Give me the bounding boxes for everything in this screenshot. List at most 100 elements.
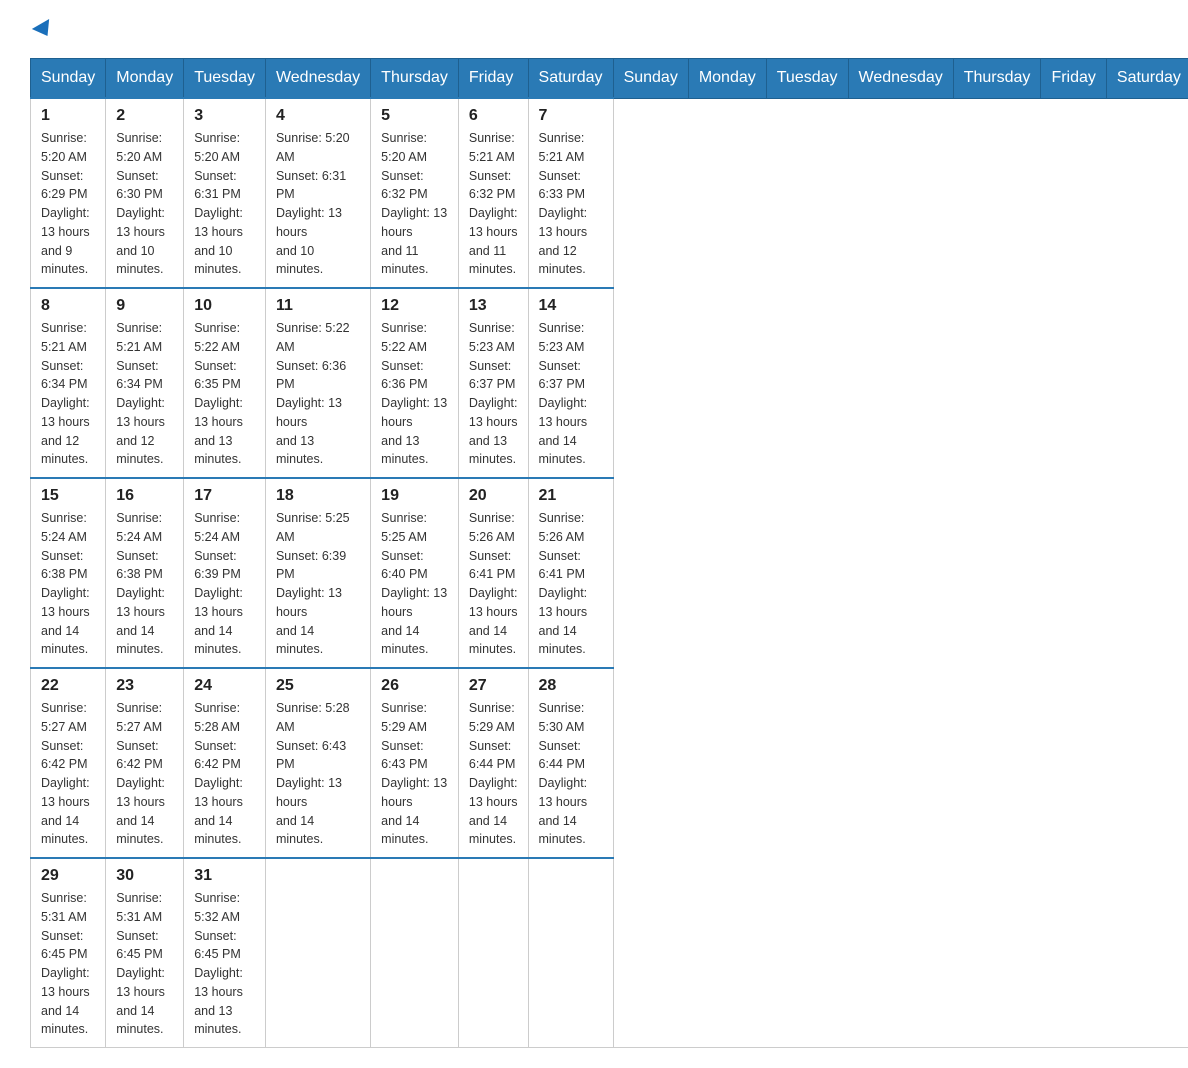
column-header-wednesday: Wednesday xyxy=(848,59,953,99)
header-wednesday: Wednesday xyxy=(265,59,370,99)
week-row-2: 8Sunrise: 5:21 AMSunset: 6:34 PMDaylight… xyxy=(31,288,1188,478)
day-number: 23 xyxy=(116,677,173,695)
calendar-cell: 28 Sunrise: 5:30 AMSunset: 6:44 PMDayligh… xyxy=(528,668,613,858)
day-info: Sunrise: 5:31 AMSunset: 6:45 PMDaylight:… xyxy=(41,889,95,1039)
calendar-cell: 19Sunrise: 5:25 AMSunset: 6:40 PMDayligh… xyxy=(371,478,459,668)
day-number: 27 xyxy=(469,677,518,695)
day-info: Sunrise: 5:21 AMSunset: 6:34 PMDaylight:… xyxy=(41,319,95,469)
day-info: Sunrise: 5:20 AMSunset: 6:30 PMDaylight:… xyxy=(116,129,173,279)
header-thursday: Thursday xyxy=(371,59,459,99)
calendar-cell xyxy=(265,858,370,1048)
day-number: 1 xyxy=(41,107,95,125)
day-number: 9 xyxy=(116,297,173,315)
calendar-cell: 1Sunrise: 5:20 AMSunset: 6:29 PMDaylight… xyxy=(31,98,106,288)
column-header-tuesday: Tuesday xyxy=(766,59,848,99)
calendar-cell: 8Sunrise: 5:21 AMSunset: 6:34 PMDaylight… xyxy=(31,288,106,478)
day-info: Sunrise: 5:29 AMSunset: 6:43 PMDaylight:… xyxy=(381,699,448,849)
day-info: Sunrise: 5:29 AMSunset: 6:44 PMDaylight:… xyxy=(469,699,518,849)
column-header-saturday: Saturday xyxy=(1106,59,1188,99)
day-info: Sunrise: 5:30 AMSunset: 6:44 PMDaylight:… xyxy=(539,699,603,849)
day-number: 15 xyxy=(41,487,95,505)
calendar-cell: 14 Sunrise: 5:23 AMSunset: 6:37 PMDayligh… xyxy=(528,288,613,478)
day-info: Sunrise: 5:28 AMSunset: 6:43 PMDaylight:… xyxy=(276,699,360,849)
calendar-cell: 10 Sunrise: 5:22 AMSunset: 6:35 PMDayligh… xyxy=(184,288,266,478)
day-number: 16 xyxy=(116,487,173,505)
day-number: 6 xyxy=(469,107,518,125)
logo xyxy=(30,20,54,40)
week-row-4: 22Sunrise: 5:27 AMSunset: 6:42 PMDayligh… xyxy=(31,668,1188,858)
column-header-friday: Friday xyxy=(1041,59,1106,99)
calendar-cell: 25Sunrise: 5:28 AMSunset: 6:43 PMDayligh… xyxy=(265,668,370,858)
day-info: Sunrise: 5:26 AMSunset: 6:41 PMDaylight:… xyxy=(469,509,518,659)
day-info: Sunrise: 5:28 AMSunset: 6:42 PMDaylight:… xyxy=(194,699,255,849)
day-number: 3 xyxy=(194,107,255,125)
calendar-cell: 7Sunrise: 5:21 AMSunset: 6:33 PMDaylight… xyxy=(528,98,613,288)
day-info: Sunrise: 5:24 AMSunset: 6:39 PMDaylight:… xyxy=(194,509,255,659)
calendar-cell: 31 Sunrise: 5:32 AMSunset: 6:45 PMDayligh… xyxy=(184,858,266,1048)
calendar-cell: 18 Sunrise: 5:25 AMSunset: 6:39 PMDayligh… xyxy=(265,478,370,668)
day-number: 18 xyxy=(276,487,360,505)
calendar-cell: 27 Sunrise: 5:29 AMSunset: 6:44 PMDayligh… xyxy=(458,668,528,858)
header-friday: Friday xyxy=(458,59,528,99)
header-tuesday: Tuesday xyxy=(184,59,266,99)
calendar-cell: 2 Sunrise: 5:20 AMSunset: 6:30 PMDaylight… xyxy=(106,98,184,288)
calendar-cell: 11Sunrise: 5:22 AMSunset: 6:36 PMDayligh… xyxy=(265,288,370,478)
day-info: Sunrise: 5:25 AMSunset: 6:39 PMDaylight:… xyxy=(276,509,360,659)
day-number: 14 xyxy=(539,297,603,315)
day-info: Sunrise: 5:23 AMSunset: 6:37 PMDaylight:… xyxy=(469,319,518,469)
calendar-cell: 15 Sunrise: 5:24 AMSunset: 6:38 PMDayligh… xyxy=(31,478,106,668)
day-info: Sunrise: 5:20 AMSunset: 6:32 PMDaylight:… xyxy=(381,129,448,279)
page-header xyxy=(30,20,1158,40)
day-info: Sunrise: 5:26 AMSunset: 6:41 PMDaylight:… xyxy=(539,509,603,659)
day-number: 24 xyxy=(194,677,255,695)
header-sunday: Sunday xyxy=(31,59,106,99)
column-header-monday: Monday xyxy=(688,59,766,99)
day-number: 22 xyxy=(41,677,95,695)
calendar-cell: 6 Sunrise: 5:21 AMSunset: 6:32 PMDaylight… xyxy=(458,98,528,288)
day-number: 20 xyxy=(469,487,518,505)
calendar-cell: 16 Sunrise: 5:24 AMSunset: 6:38 PMDayligh… xyxy=(106,478,184,668)
calendar-cell: 20 Sunrise: 5:26 AMSunset: 6:41 PMDayligh… xyxy=(458,478,528,668)
day-info: Sunrise: 5:21 AMSunset: 6:32 PMDaylight:… xyxy=(469,129,518,279)
calendar-cell: 21 Sunrise: 5:26 AMSunset: 6:41 PMDayligh… xyxy=(528,478,613,668)
day-number: 21 xyxy=(539,487,603,505)
day-info: Sunrise: 5:21 AMSunset: 6:34 PMDaylight:… xyxy=(116,319,173,469)
week-row-3: 15 Sunrise: 5:24 AMSunset: 6:38 PMDayligh… xyxy=(31,478,1188,668)
calendar-cell xyxy=(371,858,459,1048)
calendar-cell: 24 Sunrise: 5:28 AMSunset: 6:42 PMDayligh… xyxy=(184,668,266,858)
calendar-cell: 3 Sunrise: 5:20 AMSunset: 6:31 PMDaylight… xyxy=(184,98,266,288)
day-info: Sunrise: 5:23 AMSunset: 6:37 PMDaylight:… xyxy=(539,319,603,469)
day-number: 19 xyxy=(381,487,448,505)
week-row-1: 1Sunrise: 5:20 AMSunset: 6:29 PMDaylight… xyxy=(31,98,1188,288)
day-info: Sunrise: 5:22 AMSunset: 6:36 PMDaylight:… xyxy=(276,319,360,469)
day-number: 12 xyxy=(381,297,448,315)
calendar-cell: 30 Sunrise: 5:31 AMSunset: 6:45 PMDayligh… xyxy=(106,858,184,1048)
day-number: 13 xyxy=(469,297,518,315)
day-number: 31 xyxy=(194,867,255,885)
day-number: 5 xyxy=(381,107,448,125)
day-number: 29 xyxy=(41,867,95,885)
day-info: Sunrise: 5:32 AMSunset: 6:45 PMDaylight:… xyxy=(194,889,255,1039)
day-number: 17 xyxy=(194,487,255,505)
day-info: Sunrise: 5:31 AMSunset: 6:45 PMDaylight:… xyxy=(116,889,173,1039)
day-number: 2 xyxy=(116,107,173,125)
day-info: Sunrise: 5:24 AMSunset: 6:38 PMDaylight:… xyxy=(41,509,95,659)
day-info: Sunrise: 5:20 AMSunset: 6:31 PMDaylight:… xyxy=(194,129,255,279)
day-number: 28 xyxy=(539,677,603,695)
header-saturday: Saturday xyxy=(528,59,613,99)
calendar-cell: 9 Sunrise: 5:21 AMSunset: 6:34 PMDaylight… xyxy=(106,288,184,478)
calendar-cell: 13 Sunrise: 5:23 AMSunset: 6:37 PMDayligh… xyxy=(458,288,528,478)
day-info: Sunrise: 5:21 AMSunset: 6:33 PMDaylight:… xyxy=(539,129,603,279)
logo-triangle-icon xyxy=(32,19,56,41)
column-header-sunday: Sunday xyxy=(613,59,688,99)
calendar-cell: 29 Sunrise: 5:31 AMSunset: 6:45 PMDayligh… xyxy=(31,858,106,1048)
day-info: Sunrise: 5:22 AMSunset: 6:36 PMDaylight:… xyxy=(381,319,448,469)
calendar-header-row: SundayMondayTuesdayWednesdayThursdayFrid… xyxy=(31,59,1188,99)
header-monday: Monday xyxy=(106,59,184,99)
day-info: Sunrise: 5:24 AMSunset: 6:38 PMDaylight:… xyxy=(116,509,173,659)
day-info: Sunrise: 5:22 AMSunset: 6:35 PMDaylight:… xyxy=(194,319,255,469)
day-number: 10 xyxy=(194,297,255,315)
day-number: 26 xyxy=(381,677,448,695)
day-number: 30 xyxy=(116,867,173,885)
calendar-cell: 26 Sunrise: 5:29 AMSunset: 6:43 PMDayligh… xyxy=(371,668,459,858)
